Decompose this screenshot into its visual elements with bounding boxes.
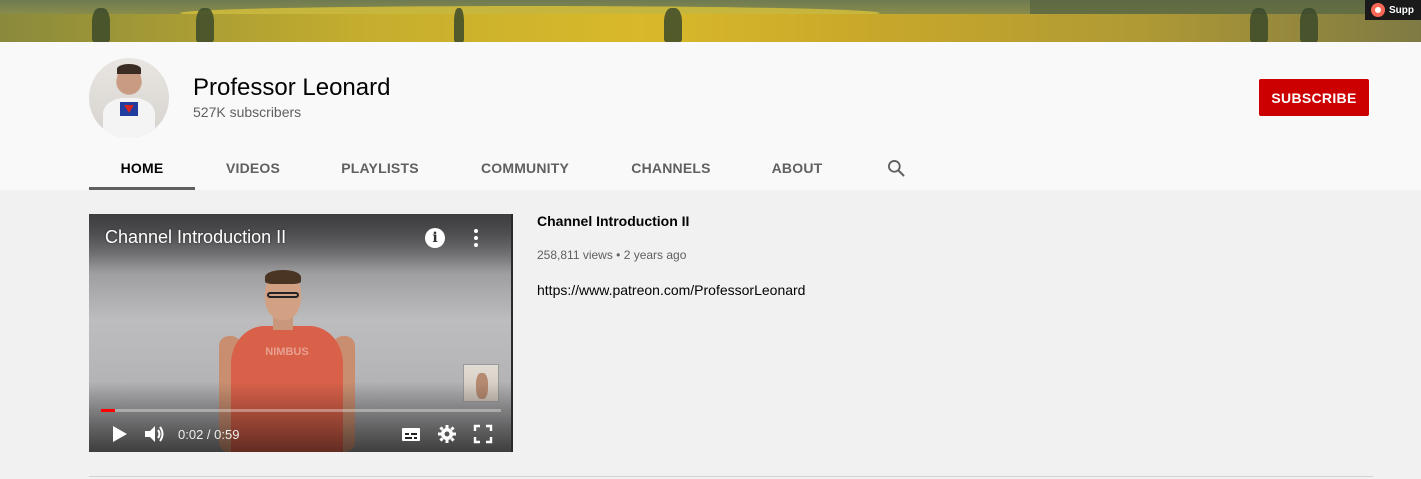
playback-time: 0:02 / 0:59 [178,427,240,442]
fullscreen-icon[interactable] [473,424,493,444]
section-divider [89,476,1373,477]
play-icon[interactable] [109,424,129,444]
subscribe-button[interactable]: SUBSCRIBE [1259,79,1369,116]
video-meta: 258,811 views • 2 years ago [537,248,687,262]
progress-played [101,409,115,412]
video-description[interactable]: https://www.patreon.com/ProfessorLeonard [537,282,805,298]
video-title-link[interactable]: Channel Introduction II [537,213,689,229]
subscriber-count: 527K subscribers [193,104,302,120]
tab-videos[interactable]: VIDEOS [195,146,311,190]
tab-about[interactable]: ABOUT [741,146,853,190]
channel-header: Professor Leonard 527K subscribers SUBSC… [0,42,1421,190]
progress-bar[interactable] [101,409,501,412]
support-label: Supp [1389,4,1414,16]
tab-community[interactable]: COMMUNITY [449,146,601,190]
subtitles-icon[interactable] [401,424,421,444]
volume-icon[interactable] [143,424,165,444]
tab-channels[interactable]: CHANNELS [601,146,741,190]
settings-icon[interactable] [437,424,457,444]
tab-playlists[interactable]: PLAYLISTS [311,146,449,190]
patreon-icon [1371,3,1385,17]
channel-banner: Supp [0,0,1421,42]
video-player[interactable]: NIMBUS Channel Introduction II i 0:02 / … [89,214,513,452]
more-icon[interactable] [469,228,483,248]
channel-avatar[interactable] [89,58,169,138]
channel-name: Professor Leonard [193,74,391,101]
search-icon[interactable] [886,158,906,178]
player-video-title[interactable]: Channel Introduction II [105,227,286,248]
tab-home[interactable]: HOME [89,146,195,190]
support-button[interactable]: Supp [1365,0,1421,20]
channel-tabs: HOME VIDEOS PLAYLISTS COMMUNITY CHANNELS… [89,146,905,190]
info-icon[interactable]: i [425,228,445,248]
